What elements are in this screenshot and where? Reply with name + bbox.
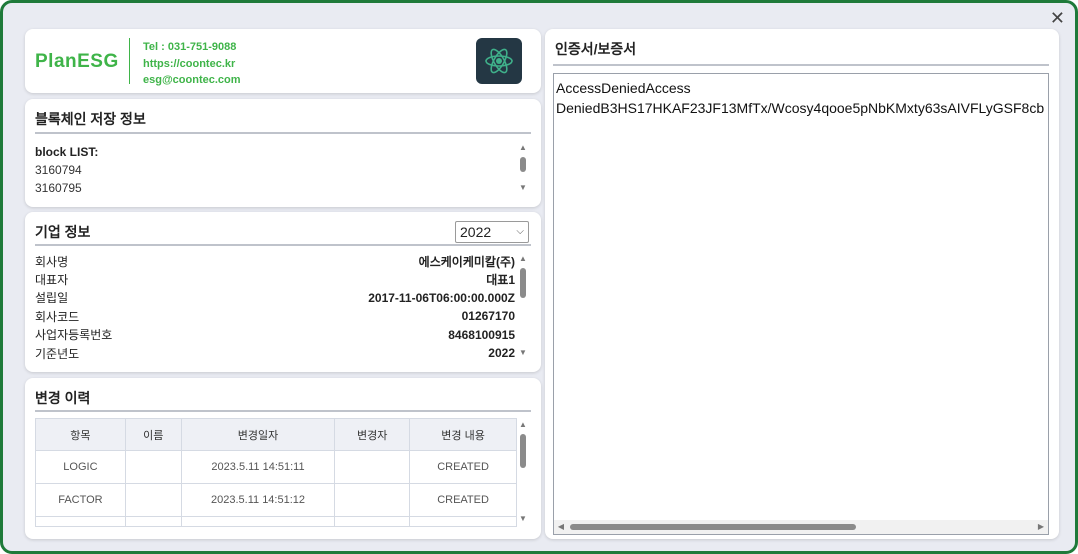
- column-header: 변경 내용: [409, 418, 517, 451]
- table-row[interactable]: LOGIC 2023.5.11 14:51:11 CREATED: [35, 450, 517, 484]
- table-cell: [334, 450, 411, 484]
- company-info-scrollbar[interactable]: ▲ ▼: [517, 254, 529, 358]
- header-divider: [129, 38, 130, 84]
- company-title: 기업 정보: [35, 224, 91, 240]
- info-row: 기준년도 2022: [35, 344, 515, 362]
- list-item: 3160795: [35, 181, 82, 195]
- table-cell: CREATED: [409, 450, 517, 484]
- info-label: 회사명: [35, 254, 69, 269]
- certificate-card: 인증서/보증서 AccessDeniedAccess DeniedB3HS17H…: [545, 29, 1059, 539]
- table-cell: CREATED: [409, 483, 517, 517]
- scroll-up-icon[interactable]: ▲: [517, 420, 529, 430]
- year-select[interactable]: 2022 ⌵: [455, 221, 529, 243]
- info-value: 8468100915: [448, 327, 515, 342]
- company-card: 기업 정보 2022 ⌵ 회사명 에스케이케미칼(주) 대표자 대표1 설립일 201…: [25, 212, 541, 372]
- scroll-right-icon[interactable]: ▶: [1034, 520, 1048, 534]
- atom-icon: [476, 38, 522, 84]
- table-cell: 2023.5.11 14:51:12: [180, 483, 336, 517]
- table-cell: 2023.5.11 14:51:11: [180, 450, 336, 484]
- section-divider: [35, 132, 531, 134]
- scroll-thumb[interactable]: [520, 157, 526, 172]
- info-value: 에스케이케미칼(주): [418, 254, 515, 269]
- year-select-value: 2022: [460, 224, 492, 240]
- info-value: 01267170: [461, 309, 515, 324]
- info-label: 사업자등록번호: [35, 328, 113, 343]
- history-scrollbar[interactable]: ▲ ▼: [517, 420, 529, 524]
- info-row: 대표자 대표1: [35, 270, 515, 288]
- scroll-left-icon[interactable]: ◀: [554, 520, 568, 534]
- contact-info: Tel : 031-751-9088 https://coontec.kr es…: [143, 39, 241, 89]
- certificate-hscrollbar[interactable]: ◀ ▶: [554, 520, 1048, 534]
- scroll-up-icon[interactable]: ▲: [517, 254, 529, 264]
- scroll-down-icon[interactable]: ▼: [517, 514, 529, 524]
- info-value: 2022: [488, 346, 515, 361]
- column-header: 이름: [124, 418, 182, 451]
- company-info-list: 회사명 에스케이케미칼(주) 대표자 대표1 설립일 2017-11-06T06:00…: [35, 252, 515, 362]
- blockchain-title: 블록체인 저장 정보: [35, 111, 146, 127]
- section-divider: [35, 410, 531, 412]
- scroll-thumb[interactable]: [520, 434, 526, 468]
- table-row[interactable]: FACTOR 2023.5.11 14:51:12 CREATED: [35, 483, 517, 517]
- history-table: 항목 이름 변경일자 변경자 변경 내용 LOGIC 2023.5.11 14:…: [35, 418, 517, 527]
- close-icon[interactable]: ✕: [1050, 9, 1065, 29]
- contact-email: esg@coontec.com: [143, 74, 241, 86]
- block-list-header: block LIST:: [35, 145, 99, 159]
- info-label: 회사코드: [35, 309, 80, 324]
- column-header: 변경자: [334, 418, 411, 451]
- blockchain-card: 블록체인 저장 정보 block LIST: 3160794 3160795 ▲…: [25, 99, 541, 207]
- scroll-down-icon[interactable]: ▼: [517, 183, 529, 193]
- dialog-window: ✕ PlanESG Tel : 031-751-9088 https://coo…: [0, 0, 1078, 554]
- header-card: PlanESG Tel : 031-751-9088 https://coont…: [25, 29, 541, 93]
- scroll-thumb[interactable]: [570, 524, 856, 530]
- certificate-textarea[interactable]: AccessDeniedAccess DeniedB3HS17HKAF23JF1…: [553, 73, 1049, 535]
- table-cell: [334, 483, 411, 517]
- info-row: 사업자등록번호 8468100915: [35, 326, 515, 344]
- info-label: 설립일: [35, 291, 69, 306]
- list-item: 3160794: [35, 163, 82, 177]
- table-cell: [124, 483, 182, 517]
- scroll-down-icon[interactable]: ▼: [517, 348, 529, 358]
- info-label: 기준년도: [35, 346, 80, 361]
- contact-tel: Tel : 031-751-9088: [143, 41, 237, 53]
- column-header: 변경일자: [180, 418, 336, 451]
- table-header-row: 항목 이름 변경일자 변경자 변경 내용: [35, 418, 517, 451]
- section-divider: [35, 244, 531, 246]
- certificate-title: 인증서/보증서: [555, 41, 637, 57]
- info-label: 대표자: [35, 273, 69, 288]
- planesg-logo: PlanESG: [35, 51, 119, 72]
- info-row: 설립일 2017-11-06T06:00:00.000Z: [35, 289, 515, 307]
- column-header: 항목: [35, 418, 126, 451]
- scroll-up-icon[interactable]: ▲: [517, 143, 529, 153]
- table-cell: FACTOR: [35, 483, 126, 517]
- block-list: block LIST: 3160794 3160795: [35, 143, 98, 197]
- history-title: 변경 이력: [35, 390, 91, 406]
- history-card: 변경 이력 항목 이름 변경일자 변경자 변경 내용 LOGIC 2023.5.…: [25, 378, 541, 539]
- table-cell: LOGIC: [35, 450, 126, 484]
- info-row: 회사코드 01267170: [35, 307, 515, 325]
- contact-web: https://coontec.kr: [143, 57, 236, 70]
- block-list-scrollbar[interactable]: ▲ ▼: [517, 143, 529, 193]
- scroll-thumb[interactable]: [520, 268, 526, 298]
- chevron-down-icon: ⌵: [516, 226, 524, 237]
- table-cell: [124, 450, 182, 484]
- table-row[interactable]: [35, 516, 517, 527]
- info-value: 대표1: [486, 273, 515, 288]
- certificate-content: AccessDeniedAccess DeniedB3HS17HKAF23JF1…: [556, 80, 1045, 116]
- info-value: 2017-11-06T06:00:00.000Z: [368, 290, 515, 305]
- section-divider: [553, 64, 1049, 66]
- info-row: 회사명 에스케이케미칼(주): [35, 252, 515, 270]
